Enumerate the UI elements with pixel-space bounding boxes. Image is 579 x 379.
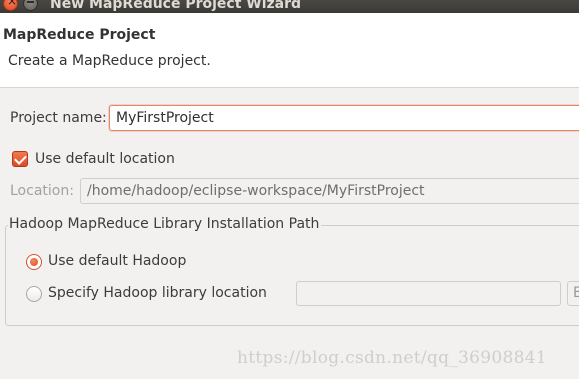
title-bar: New MapReduce Project Wizard (0, 0, 579, 13)
window-title: New MapReduce Project Wizard (50, 0, 302, 12)
close-icon[interactable] (3, 0, 18, 11)
specify-hadoop-location-radio[interactable] (26, 286, 42, 302)
project-name-label: Project name: (10, 110, 107, 126)
use-default-hadoop-label[interactable]: Use default Hadoop (48, 253, 186, 269)
hadoop-library-path-input[interactable] (296, 281, 561, 306)
browse-button[interactable]: B (567, 281, 579, 306)
page-title: MapReduce Project (3, 27, 156, 43)
minimize-icon[interactable] (23, 0, 38, 11)
watermark: https://blog.csdn.net/qq_36908841 (237, 348, 547, 368)
use-default-location-label[interactable]: Use default location (35, 151, 175, 167)
location-label: Location: (10, 183, 74, 199)
use-default-location-checkbox[interactable] (12, 151, 28, 167)
hadoop-library-group-title: Hadoop MapReduce Library Installation Pa… (8, 216, 322, 232)
project-name-input[interactable] (109, 105, 579, 131)
wizard-header: MapReduce Project Create a MapReduce pro… (0, 13, 579, 88)
hadoop-library-group (5, 225, 579, 326)
page-description: Create a MapReduce project. (8, 53, 211, 69)
specify-hadoop-location-label[interactable]: Specify Hadoop library location (48, 285, 267, 301)
use-default-hadoop-radio[interactable] (26, 254, 42, 270)
location-input[interactable] (80, 178, 579, 204)
